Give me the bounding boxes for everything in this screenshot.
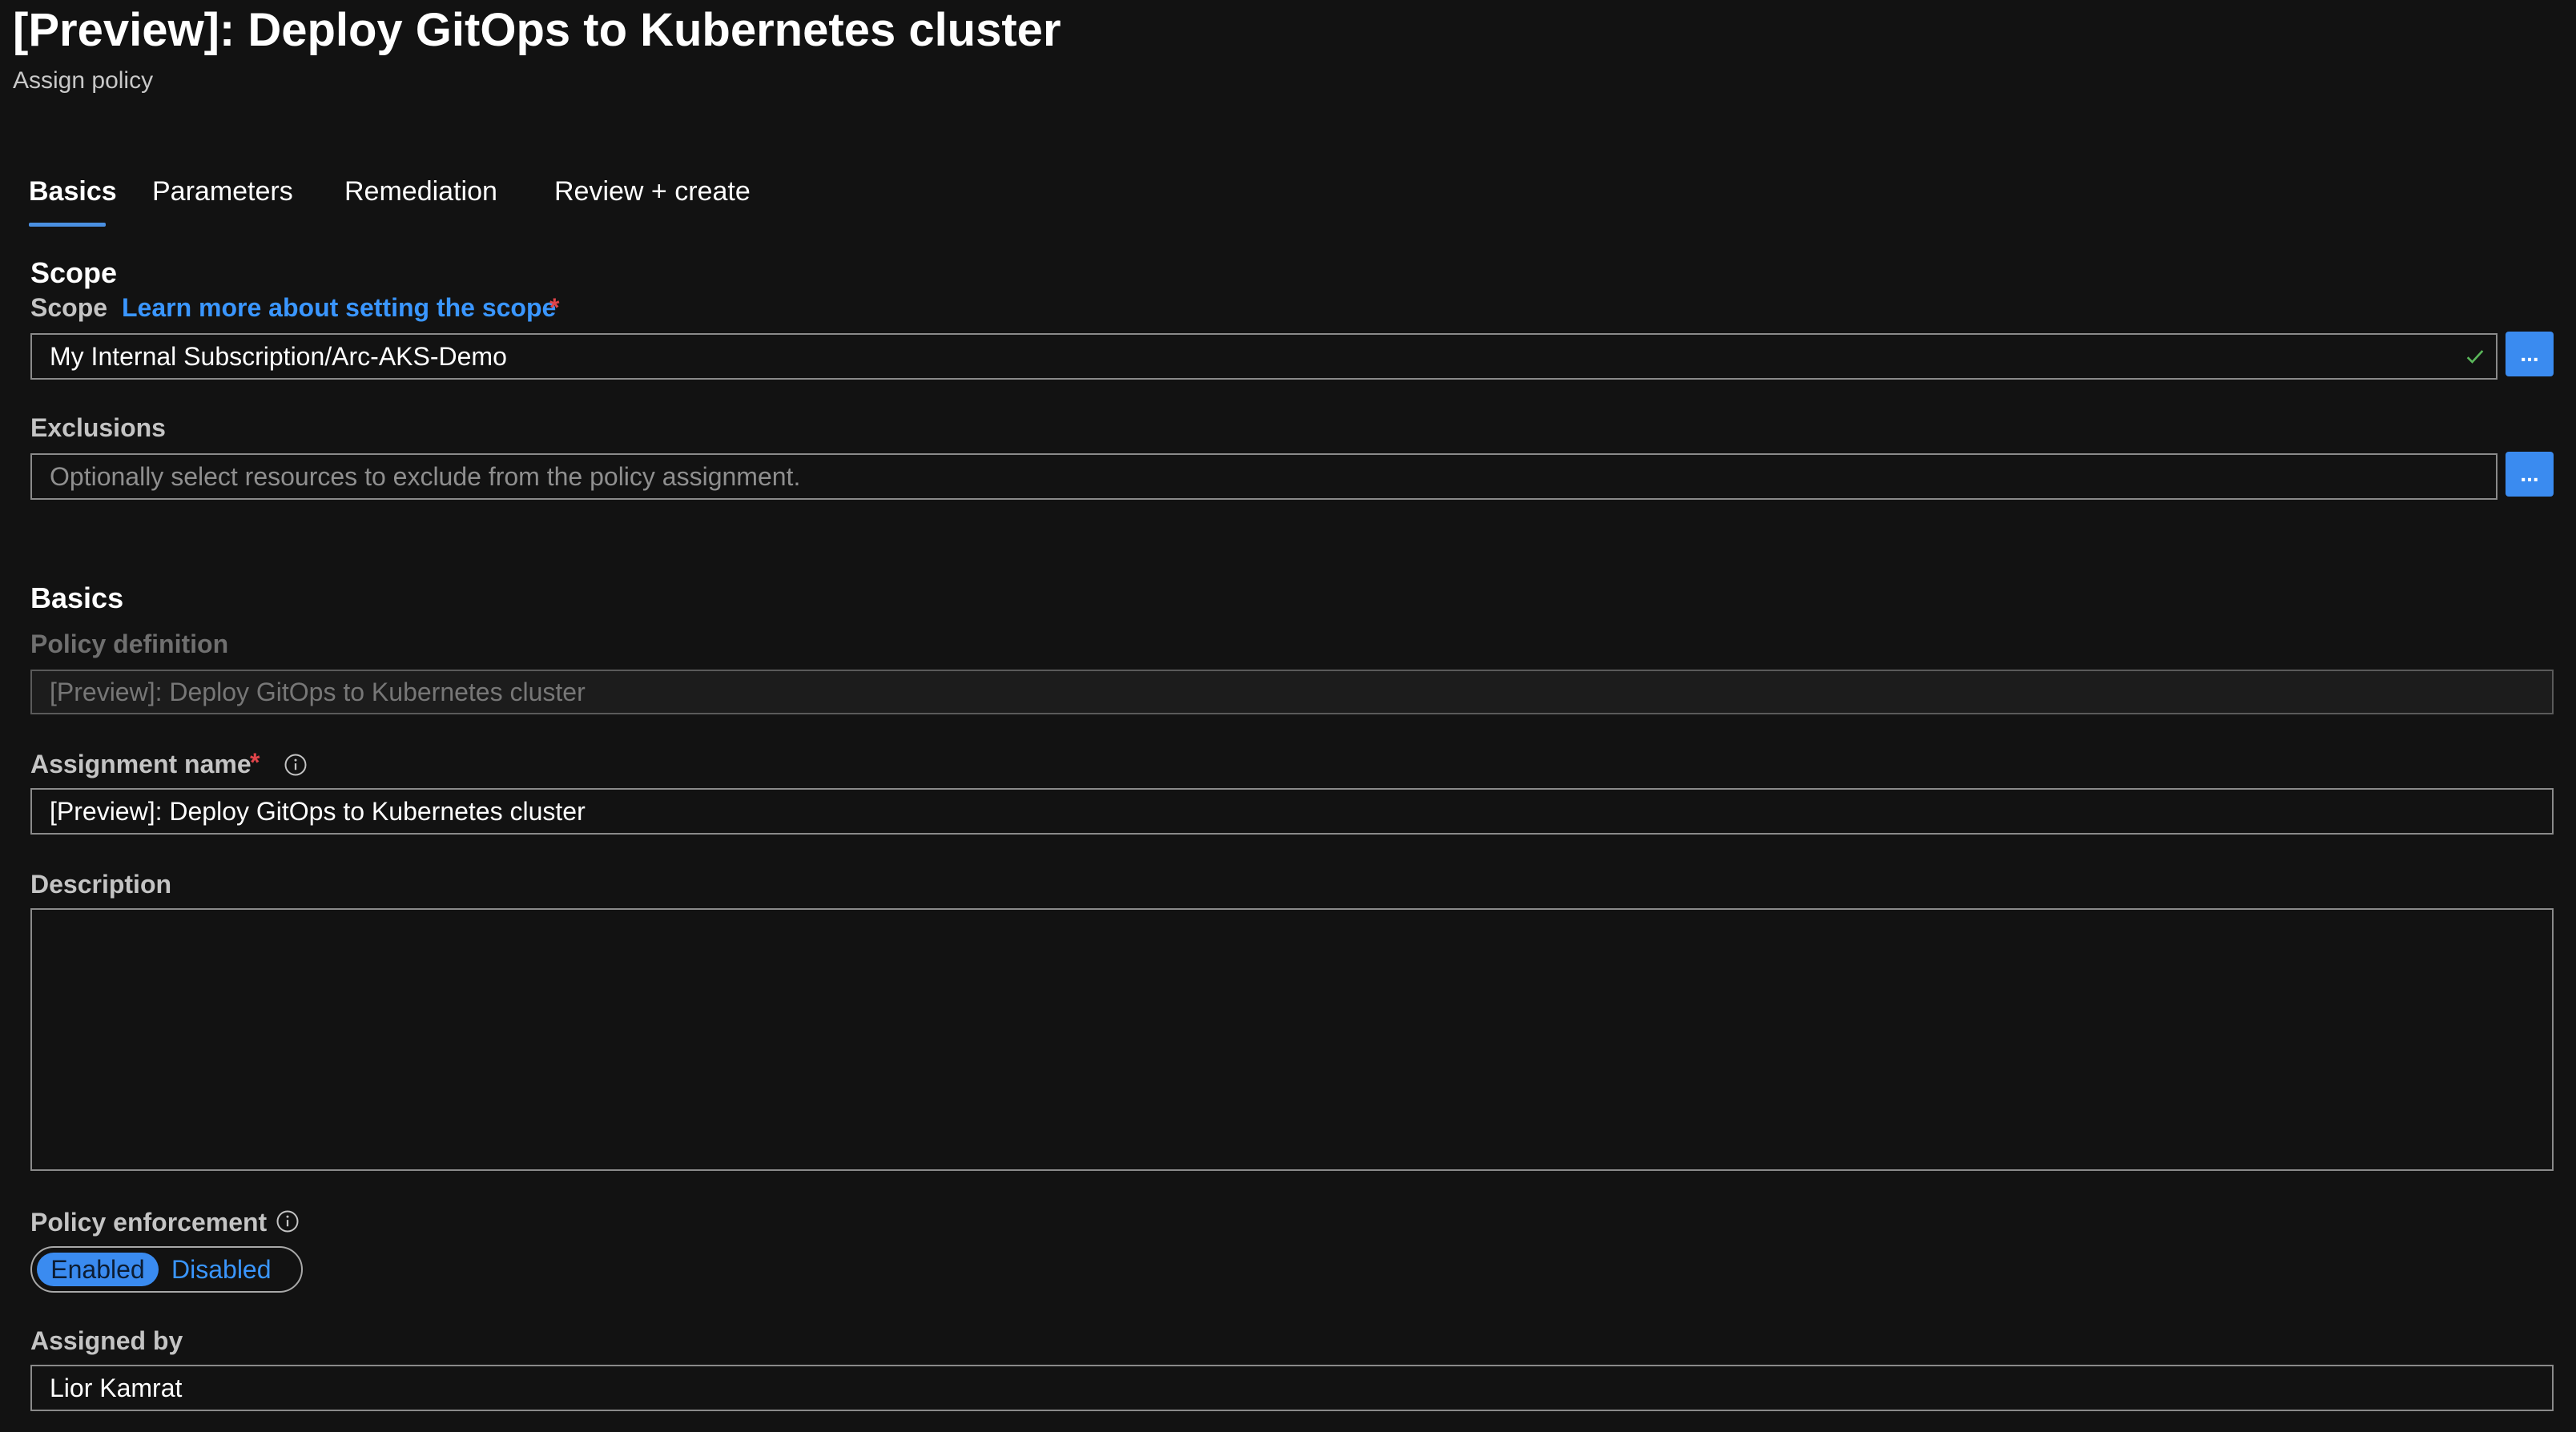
description-textarea[interactable] <box>30 908 2554 1171</box>
assigned-by-value: Lior Kamrat <box>50 1373 183 1402</box>
scope-field[interactable]: My Internal Subscription/Arc-AKS-Demo <box>30 333 2498 380</box>
description-label: Description <box>30 870 172 899</box>
tab-basics[interactable]: Basics <box>29 176 117 207</box>
assignment-name-value: [Preview]: Deploy GitOps to Kubernetes c… <box>50 796 586 826</box>
assignment-name-label: Assignment name <box>30 750 252 778</box>
enforcement-enabled-option[interactable]: Enabled <box>37 1253 159 1286</box>
assigned-by-input[interactable]: Lior Kamrat <box>30 1365 2554 1411</box>
learn-more-scope-link[interactable]: Learn more about setting the scope <box>122 293 556 323</box>
enforcement-disabled-option[interactable]: Disabled <box>171 1253 272 1286</box>
tab-review-create[interactable]: Review + create <box>554 176 751 207</box>
policy-enforcement-toggle[interactable]: Enabled Disabled <box>30 1246 303 1293</box>
exclusions-browse-button[interactable]: ... <box>2506 452 2554 497</box>
page-title: [Preview]: Deploy GitOps to Kubernetes c… <box>13 4 1061 56</box>
policy-definition-value: [Preview]: Deploy GitOps to Kubernetes c… <box>50 677 586 706</box>
exclusions-field[interactable]: Optionally select resources to exclude f… <box>30 453 2498 500</box>
policy-definition-field: [Preview]: Deploy GitOps to Kubernetes c… <box>30 670 2554 714</box>
scope-field-value: My Internal Subscription/Arc-AKS-Demo <box>50 341 507 371</box>
assigned-by-label: Assigned by <box>30 1326 183 1355</box>
basics-section-title: Basics <box>30 581 124 614</box>
exclusions-label: Exclusions <box>30 413 166 442</box>
tab-parameters[interactable]: Parameters <box>152 176 293 207</box>
scope-required-marker: * <box>549 293 560 322</box>
active-tab-indicator <box>29 223 106 227</box>
info-icon[interactable] <box>284 753 308 777</box>
check-icon <box>2466 350 2484 364</box>
scope-section-title: Scope <box>30 256 118 289</box>
page-subtitle: Assign policy <box>13 67 154 94</box>
scope-label: Scope <box>30 293 108 322</box>
scope-browse-button[interactable]: ... <box>2506 332 2554 376</box>
tab-remediation[interactable]: Remediation <box>344 176 497 207</box>
assignment-name-input[interactable]: [Preview]: Deploy GitOps to Kubernetes c… <box>30 788 2554 835</box>
assignment-name-required-marker: * <box>250 748 260 777</box>
exclusions-placeholder: Optionally select resources to exclude f… <box>50 461 801 491</box>
policy-definition-label: Policy definition <box>30 630 229 658</box>
info-icon[interactable] <box>276 1209 300 1233</box>
policy-enforcement-label: Policy enforcement <box>30 1208 268 1237</box>
